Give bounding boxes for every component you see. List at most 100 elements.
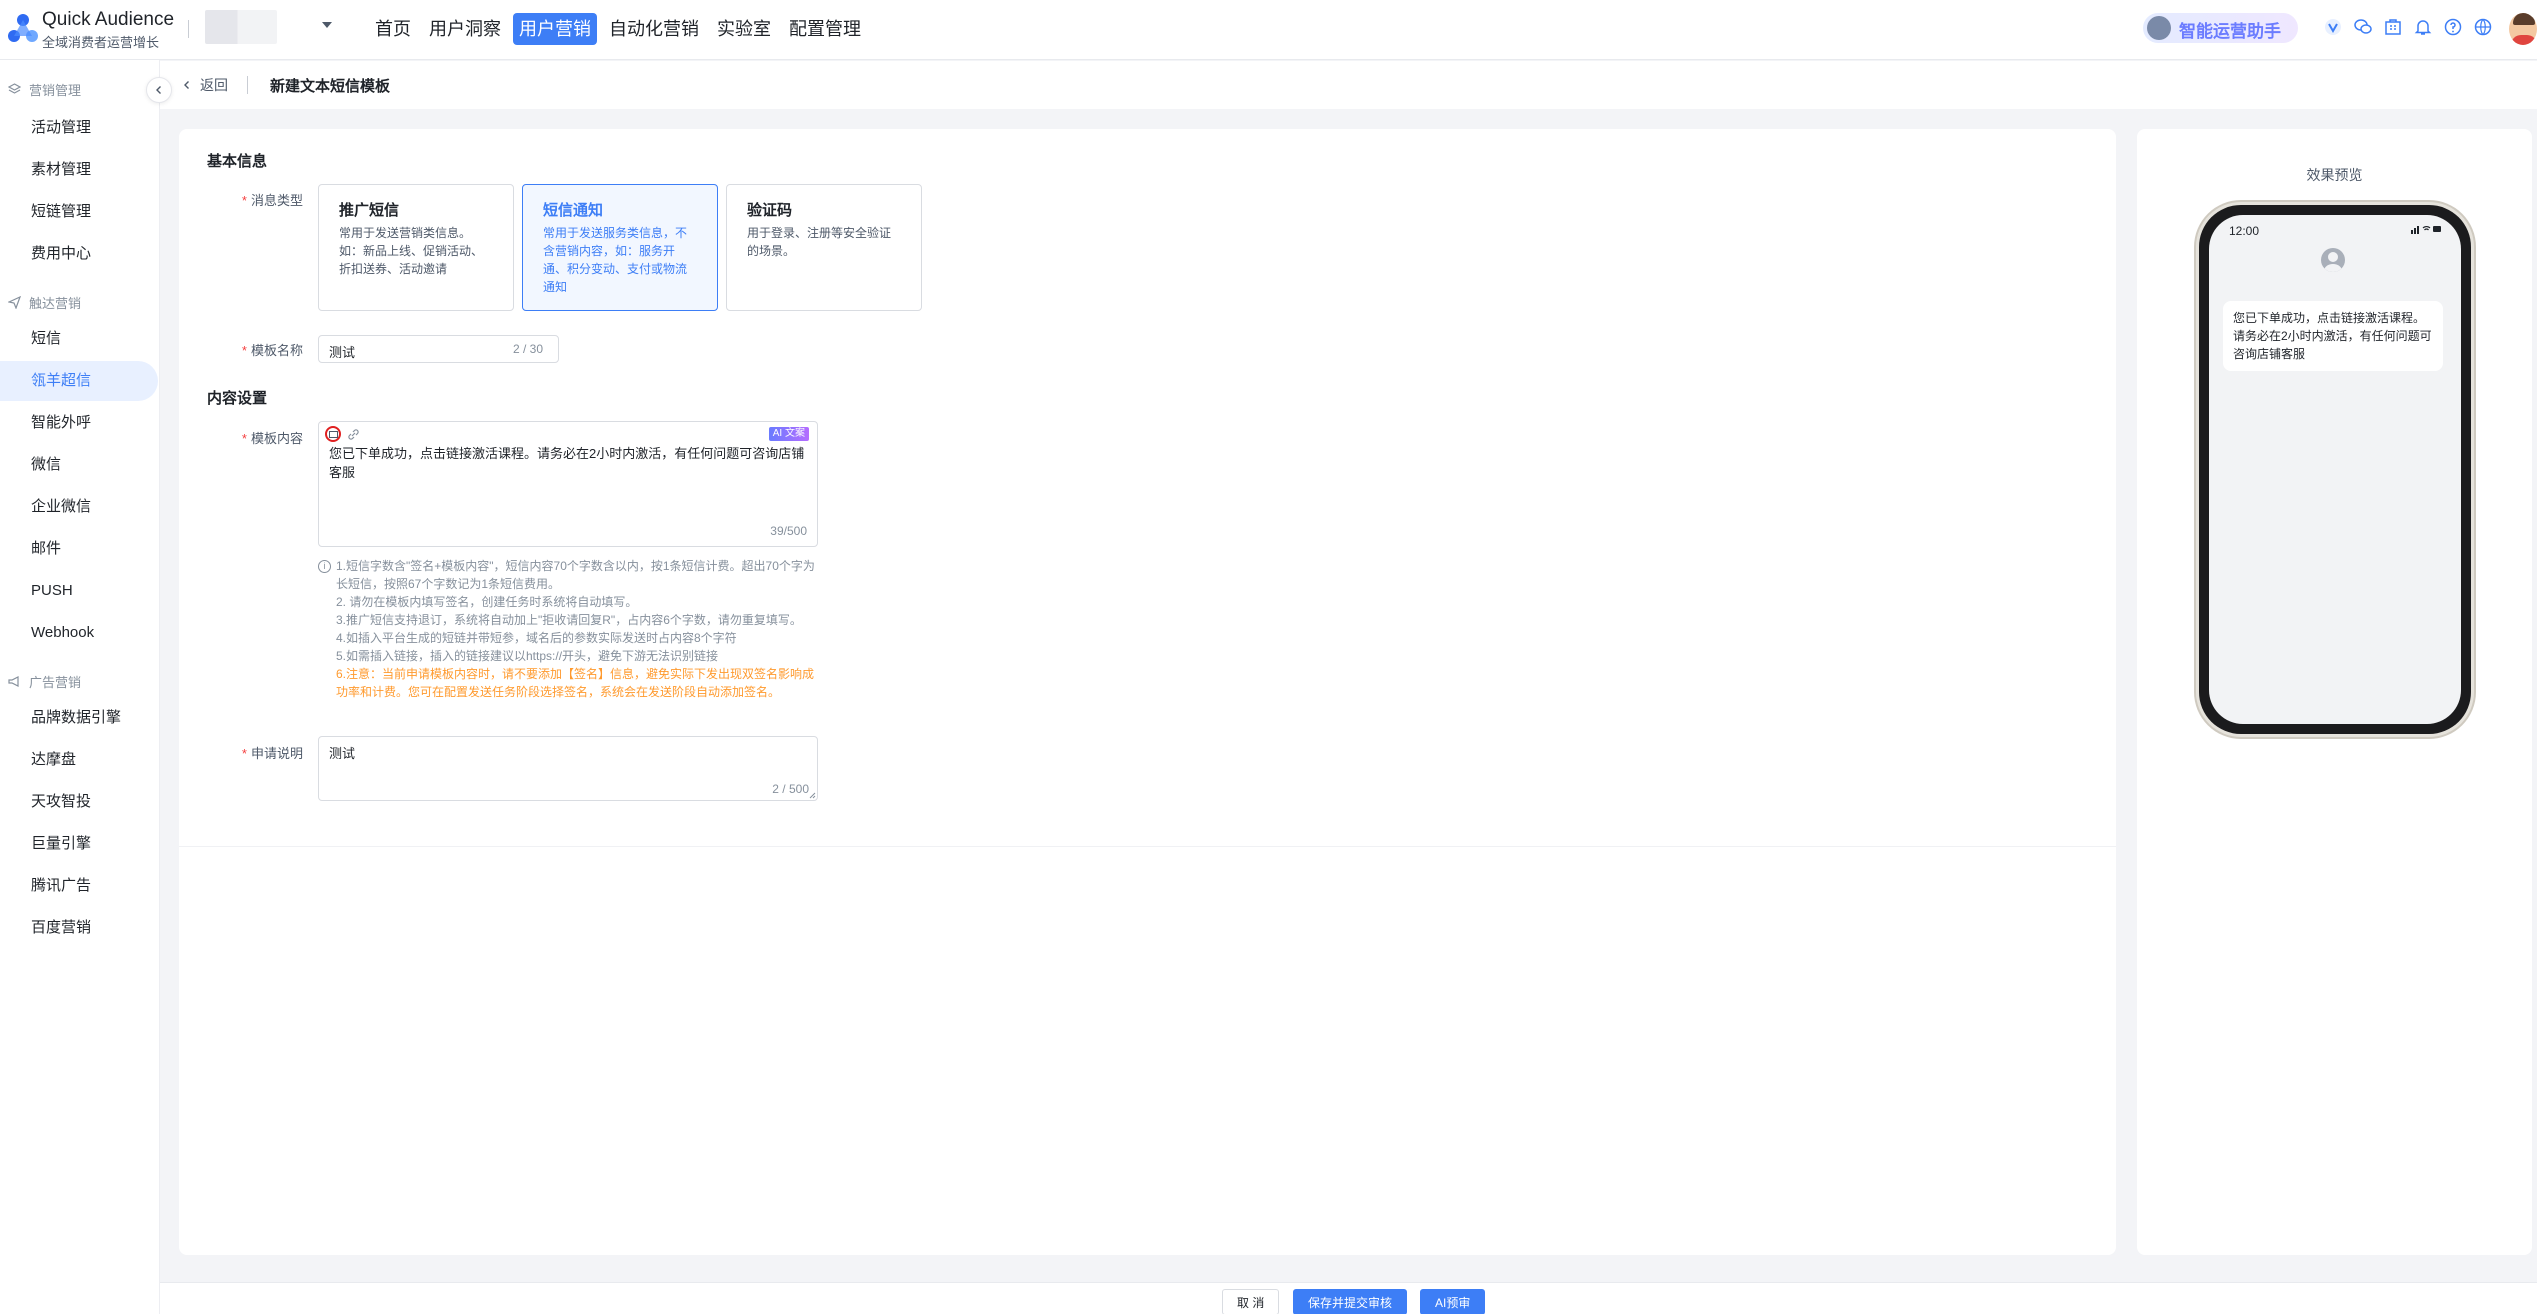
type-card-title: 短信通知 (543, 202, 604, 219)
sidebar-item-super-sms[interactable]: 瓴羊超信 (0, 361, 158, 401)
status-icons (2411, 224, 2441, 237)
cancel-button[interactable]: 取 消 (1222, 1289, 1280, 1314)
sidebar-item-push[interactable]: PUSH (0, 571, 158, 611)
sidebar-item-cost[interactable]: 费用中心 (0, 234, 158, 274)
apply-note-counter: 2 / 500 (772, 782, 809, 796)
sidebar-item-tiangong[interactable]: 天攻智投 (0, 782, 158, 822)
toolbar-icons (2323, 17, 2493, 37)
assistant-label: 智能运营助手 (2179, 22, 2281, 41)
phone-screen: 12:00 您已下单成功，点击链接激活课程。请务必在2小时内激活，有任何问题可咨… (2209, 215, 2461, 724)
apply-note-textarea[interactable]: 测试 2 / 500 (318, 736, 818, 801)
workspace-avatar[interactable] (205, 10, 277, 44)
sidebar-group-reach: 触达营销 (8, 293, 81, 312)
type-card-title: 推广短信 (339, 202, 400, 219)
tip-item: 5.如需插入链接，插入的链接建议以https://开头，避免下游无法识别链接 (336, 649, 719, 663)
template-name-value: 测试 (329, 345, 356, 360)
sidebar-item-tencent-ads[interactable]: 腾讯广告 (0, 866, 158, 906)
nav-user-insight[interactable]: 用户洞察 (423, 13, 507, 45)
type-card-desc: 常用于发送营销类信息。如：新品上线、促销活动、折扣送券、活动邀请 (339, 226, 484, 276)
template-name-label: * 模板名称 (241, 343, 303, 358)
template-name-counter: 2 / 30 (513, 342, 544, 356)
tips-list: 1.短信字数含"签名+模板内容"，短信内容70个字数含以内，按1条短信计费。超出… (318, 557, 818, 701)
preview-title: 效果预览 (2306, 167, 2363, 183)
emoji-insert-icon[interactable] (325, 426, 341, 442)
user-avatar[interactable] (2509, 13, 2537, 45)
apply-note-label: * 申请说明 (241, 746, 303, 761)
wechat-icon[interactable] (2353, 17, 2373, 37)
template-content-label: * 模板内容 (241, 431, 303, 446)
megaphone-icon (8, 676, 19, 687)
sidebar-item-baidu[interactable]: 百度营销 (0, 908, 158, 948)
sidebar-group-label: 触达营销 (29, 296, 82, 311)
nav-lab[interactable]: 实验室 (711, 13, 777, 45)
assistant-button[interactable]: 智能运营助手 (2143, 13, 2298, 43)
ai-review-button[interactable]: AI预审 (1420, 1289, 1486, 1314)
type-card-desc: 常用于发送服务类信息，不含营销内容，如：服务开通、积分变动、支付或物流通知 (543, 226, 688, 294)
preview-panel: 效果预览 12:00 您已下单成功，点击链接激活课程。请务必在2小时内激活，有任… (2137, 129, 2532, 1255)
resize-handle-icon[interactable] (808, 791, 816, 799)
top-bar: Quick Audience 全域消费者运营增长 首页 用户洞察 用户营销 自动… (0, 0, 2537, 60)
chevron-left-icon (156, 86, 161, 94)
template-content-value: 您已下单成功，点击链接激活课程。请务必在2小时内激活，有任何问题可咨询店铺客服 (329, 446, 805, 480)
sidebar-group-marketing-mgmt: 营销管理 (8, 80, 81, 99)
breadcrumb: 返回 新建文本短信模板 (160, 61, 2537, 109)
type-card-desc: 用于登录、注册等安全验证的场景。 (747, 226, 892, 258)
nav-user-marketing[interactable]: 用户营销 (513, 13, 597, 45)
assistant-avatar (2147, 16, 2171, 40)
type-card-title: 验证码 (747, 202, 793, 219)
sidebar-item-brand-engine[interactable]: 品牌数据引擎 (0, 698, 158, 738)
link-insert-icon[interactable] (347, 428, 360, 444)
sidebar-group-label: 营销管理 (29, 83, 82, 98)
send-icon (8, 296, 21, 309)
sidebar-item-wechat[interactable]: 微信 (0, 445, 158, 485)
preview-message-bubble: 您已下单成功，点击链接激活课程。请务必在2小时内激活，有任何问题可咨询店铺客服 (2223, 301, 2443, 371)
brand-name: Quick Audience (42, 9, 175, 30)
type-card-promotion[interactable]: 推广短信 常用于发送营销类信息。如：新品上线、促销活动、折扣送券、活动邀请 (318, 184, 514, 311)
sidebar-item-webhook[interactable]: Webhook (0, 613, 158, 653)
sidebar-collapse-button[interactable] (146, 77, 172, 103)
globe-icon[interactable] (2473, 17, 2493, 37)
bell-icon[interactable] (2413, 17, 2433, 37)
divider (188, 20, 189, 38)
save-submit-button[interactable]: 保存并提交审核 (1293, 1289, 1408, 1314)
phone-mockup: 12:00 您已下单成功，点击链接激活课程。请务必在2小时内激活，有任何问题可咨… (2199, 205, 2471, 734)
layers-icon (8, 83, 21, 94)
contact-avatar (2321, 248, 2345, 272)
sidebar-item-material[interactable]: 素材管理 (0, 150, 158, 190)
chevron-down-icon[interactable] (322, 22, 332, 28)
nav-automation[interactable]: 自动化营销 (603, 13, 705, 45)
nav-home[interactable]: 首页 (369, 13, 417, 45)
signal-icon (2411, 226, 2441, 234)
sidebar-item-sms[interactable]: 短信 (0, 319, 158, 359)
template-content-counter: 39/500 (770, 524, 807, 538)
quick-audience-logo (8, 14, 38, 42)
sidebar-item-email[interactable]: 邮件 (0, 529, 158, 569)
template-content-textarea[interactable]: AI 文案 您已下单成功，点击链接激活课程。请务必在2小时内激活，有任何问题可咨… (318, 421, 818, 547)
nav-config[interactable]: 配置管理 (783, 13, 867, 45)
type-card-notification[interactable]: 短信通知 常用于发送服务类信息，不含营销内容，如：服务开通、积分变动、支付或物流… (522, 184, 718, 311)
brand-subtitle: 全域消费者运营增长 (42, 35, 160, 50)
footer-bar: 取 消 保存并提交审核 AI预审 (160, 1282, 2537, 1314)
sidebar-item-activity[interactable]: 活动管理 (0, 108, 158, 148)
sidebar-item-damopan[interactable]: 达摩盘 (0, 740, 158, 780)
help-icon[interactable] (2443, 17, 2463, 37)
building-icon[interactable] (2383, 17, 2403, 37)
form-card: 基本信息 * 消息类型 推广短信 常用于发送营销类信息。如：新品上线、促销活动、折… (179, 129, 2116, 1255)
tip-item: 4.如插入平台生成的短链并带短参，域名后的参数实际发送时占内容8个字符 (336, 631, 737, 645)
basic-info-title: 基本信息 (207, 153, 268, 170)
v-badge-icon[interactable] (2323, 17, 2343, 37)
tip-warning: 6.注意：当前申请模板内容时，请不要添加【签名】信息，避免实际下发出现双签名影响… (336, 667, 815, 699)
page-title: 新建文本短信模板 (270, 78, 391, 95)
type-card-verification[interactable]: 验证码 用于登录、注册等安全验证的场景。 (726, 184, 922, 311)
back-label: 返回 (200, 77, 228, 93)
sidebar-item-smart-call[interactable]: 智能外呼 (0, 403, 158, 443)
sidebar-item-ocean-engine[interactable]: 巨量引擎 (0, 824, 158, 864)
back-button[interactable]: 返回 (182, 75, 228, 95)
sidebar-item-wecom[interactable]: 企业微信 (0, 487, 158, 527)
main-nav: 首页 用户洞察 用户营销 自动化营销 实验室 配置管理 (369, 13, 867, 45)
ai-copywriting-button[interactable]: AI 文案 (768, 427, 809, 441)
sidebar-group-label: 广告营销 (29, 675, 82, 690)
sidebar-item-shortlink[interactable]: 短链管理 (0, 192, 158, 232)
sidebar: 营销管理 活动管理 素材管理 短链管理 费用中心 触达营销 短信 瓴羊超信 智能… (0, 60, 160, 1314)
status-time: 12:00 (2229, 224, 2260, 238)
